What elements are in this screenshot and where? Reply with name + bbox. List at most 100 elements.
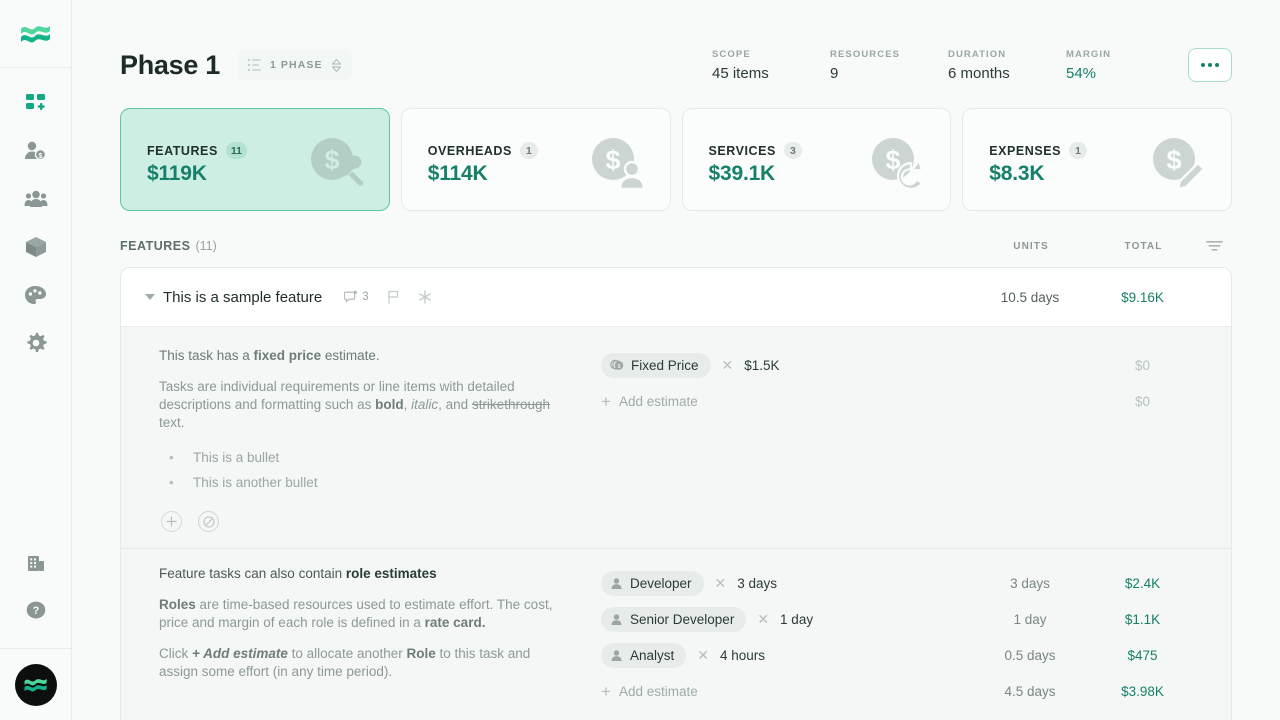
summary-card-features[interactable]: Features 11 $119K $ bbox=[120, 108, 390, 211]
feature-sparkle[interactable] bbox=[418, 290, 432, 304]
sidebar-nav: $ bbox=[0, 68, 71, 364]
task-estimates: Developer ✕ 3 days 3 days $2.4K Senior D… bbox=[581, 565, 1231, 709]
remove-estimate-button[interactable]: ✕ bbox=[722, 358, 734, 372]
filter-button[interactable] bbox=[1196, 240, 1232, 253]
sidebar-item-dashboard[interactable] bbox=[12, 82, 60, 124]
main-content: Phase 1 1 Phase Scope 45 items bbox=[72, 0, 1280, 720]
feature-total: $9.16K bbox=[1121, 289, 1164, 305]
svg-text:$: $ bbox=[1166, 145, 1181, 175]
card-title: Expenses bbox=[989, 143, 1062, 158]
svg-text:$: $ bbox=[605, 145, 620, 175]
estimate-amount[interactable]: 4 hours bbox=[720, 648, 765, 663]
task-description[interactable]: Feature tasks can also contain role esti… bbox=[121, 565, 581, 709]
feature-comments[interactable]: 3 bbox=[344, 290, 369, 304]
summary-card-expenses[interactable]: Expenses 1 $8.3K $ bbox=[962, 108, 1232, 211]
add-estimate-row: + Add estimate 4.5 days $3.98K bbox=[601, 673, 1231, 709]
expand-collapse-toggle[interactable] bbox=[139, 294, 161, 300]
sidebar-item-products[interactable] bbox=[12, 226, 60, 268]
add-estimate-units: 4.5 days bbox=[1004, 683, 1056, 699]
estimate-role-label: Senior Developer bbox=[630, 611, 735, 627]
section-title: Features bbox=[120, 239, 191, 253]
task-paragraph: Tasks are individual requirements or lin… bbox=[159, 379, 550, 430]
card-title: Overheads bbox=[427, 143, 512, 158]
svg-text:?: ? bbox=[32, 605, 39, 617]
emphasis-bold-italic: + Add estimate bbox=[192, 646, 288, 661]
metric-duration-label: Duration bbox=[948, 48, 1007, 60]
svg-text:$: $ bbox=[324, 145, 339, 175]
coin-wrench-icon: $ bbox=[309, 137, 365, 196]
estimate-units: 3 days bbox=[1010, 575, 1050, 591]
add-estimate-label: Add estimate bbox=[618, 683, 698, 699]
card-count-badge: 11 bbox=[225, 142, 247, 159]
add-estimate-label: Add estimate bbox=[618, 393, 698, 409]
estimate-units: 0.5 days bbox=[1004, 647, 1056, 663]
add-estimate-row: + Add estimate $0 bbox=[601, 383, 1231, 419]
estimate-total: $475 bbox=[1127, 647, 1158, 663]
company-icon bbox=[27, 556, 44, 571]
add-estimate-button[interactable]: + Add estimate bbox=[601, 393, 698, 410]
estimate-total: $2.4K bbox=[1124, 575, 1161, 591]
task-estimates: $ Fixed Price ✕ $1.5K $0 + Add estimate bbox=[581, 347, 1231, 532]
metric-margin-value: 54% bbox=[1066, 64, 1097, 82]
metric-duration-value: 6 months bbox=[948, 64, 1010, 82]
card-count-badge: 1 bbox=[1069, 142, 1088, 159]
sidebar-item-branding[interactable] bbox=[12, 274, 60, 316]
summary-card-services[interactable]: Services 3 $39.1K $ bbox=[681, 108, 952, 211]
emphasis-bold: Roles bbox=[159, 597, 196, 612]
filter-icon bbox=[1205, 240, 1223, 251]
features-table: This is a sample feature 3 10.5 days $9.… bbox=[120, 267, 1232, 720]
card-count-badge: 1 bbox=[519, 142, 538, 159]
coin-pencil-icon: $ bbox=[1151, 137, 1207, 196]
remove-estimate-button[interactable]: ✕ bbox=[757, 612, 769, 626]
coin-person-icon: $ bbox=[590, 137, 646, 196]
metric-resources: Resources 9 bbox=[830, 49, 922, 82]
remove-estimate-button[interactable]: ✕ bbox=[715, 576, 727, 590]
metric-margin: Margin 54% bbox=[1066, 49, 1158, 82]
estimate-amount[interactable]: $1.5K bbox=[744, 358, 779, 373]
sidebar-item-team[interactable] bbox=[12, 178, 60, 220]
phase-selector[interactable]: 1 Phase bbox=[237, 50, 352, 80]
estimate-row: Senior Developer ✕ 1 day 1 day $1.1K bbox=[601, 601, 1231, 637]
task-paragraph: This task has a fixed price estimate. bbox=[159, 348, 380, 363]
feature-row[interactable]: This is a sample feature 3 10.5 days $9.… bbox=[121, 268, 1231, 327]
estimate-amount[interactable]: 3 days bbox=[737, 576, 777, 591]
estimate-role-label: Analyst bbox=[630, 647, 675, 663]
sidebar-item-clients[interactable]: $ bbox=[12, 130, 60, 172]
coins-stack-icon: $ bbox=[610, 359, 624, 370]
task-description[interactable]: This task has a fixed price estimate. Ta… bbox=[121, 347, 581, 532]
emphasis-bold: fixed price bbox=[253, 348, 322, 363]
estimate-type-chip[interactable]: $ Fixed Price bbox=[601, 352, 711, 378]
flag-icon bbox=[388, 290, 398, 303]
list-item: This is another bullet bbox=[159, 470, 561, 495]
estimate-amount[interactable]: 1 day bbox=[780, 612, 813, 627]
emphasis-italic: italic bbox=[411, 397, 439, 412]
summary-card-overheads[interactable]: Overheads 1 $114K $ bbox=[400, 108, 671, 211]
header-metrics: Scope 45 items Resources 9 Duration 6 mo… bbox=[712, 49, 1158, 82]
settings-icon bbox=[26, 332, 47, 352]
feature-name: This is a sample feature bbox=[163, 288, 323, 306]
card-title: Features bbox=[147, 143, 218, 158]
remove-estimate-button[interactable]: ✕ bbox=[697, 648, 709, 662]
sidebar-item-company[interactable] bbox=[12, 542, 60, 584]
sidebar: $ ? bbox=[0, 0, 72, 720]
page-header: Phase 1 1 Phase Scope 45 items bbox=[72, 0, 1280, 96]
add-task-button[interactable] bbox=[161, 511, 182, 532]
user-avatar[interactable] bbox=[0, 648, 72, 720]
estimate-role-chip[interactable]: Analyst bbox=[601, 642, 687, 668]
block-task-button[interactable] bbox=[198, 511, 219, 532]
more-dot-3 bbox=[1215, 63, 1219, 67]
estimate-role-chip[interactable]: Senior Developer bbox=[601, 606, 747, 632]
products-icon bbox=[25, 237, 46, 257]
feature-flag[interactable] bbox=[387, 290, 400, 305]
add-estimate-button[interactable]: + Add estimate bbox=[601, 683, 698, 700]
feature-comments-count: 3 bbox=[362, 291, 369, 303]
app-logo[interactable] bbox=[0, 0, 72, 68]
more-options-button[interactable] bbox=[1188, 48, 1232, 82]
table-header: Features (11) Units Total bbox=[72, 225, 1280, 267]
estimate-role-chip[interactable]: Developer bbox=[601, 570, 704, 596]
task-actions bbox=[159, 511, 561, 532]
sidebar-item-help[interactable]: ? bbox=[12, 590, 60, 632]
person-icon bbox=[611, 613, 622, 625]
sidebar-item-settings[interactable] bbox=[12, 322, 60, 364]
card-count-badge: 3 bbox=[783, 142, 802, 159]
